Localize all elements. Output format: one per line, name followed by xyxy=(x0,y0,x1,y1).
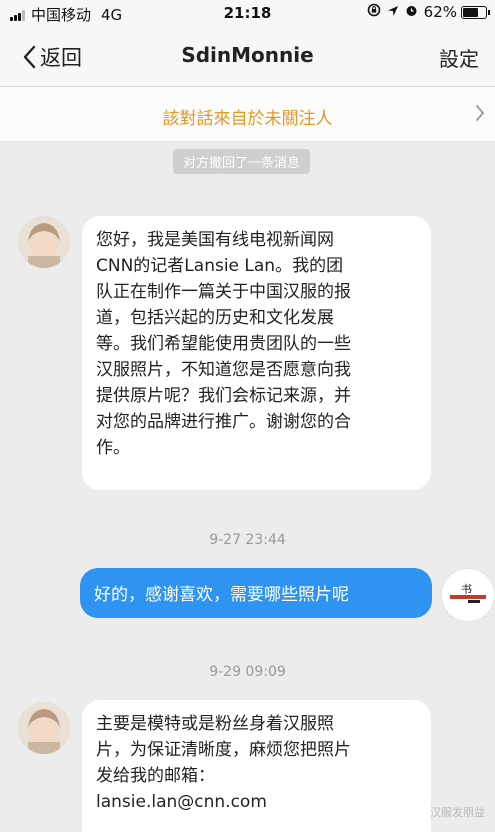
recalled-message-notice: 对方撤回了一条消息 xyxy=(173,149,311,174)
message-bubble-incoming[interactable]: 主要是模特或是粉丝身着汉服照 片，为保证清晰度，麻烦您把照片 发给我的邮箱： l… xyxy=(82,700,431,832)
message-bubble-incoming[interactable]: 您好，我是美国有线电视新闻网 CNN的记者Lansie Lan。我的团 队正在制… xyxy=(82,216,431,490)
battery-percent: 62% xyxy=(423,3,457,21)
own-avatar[interactable]: 书 xyxy=(441,568,495,622)
page-title: SdinMonnie xyxy=(181,43,314,67)
message-timestamp: 9-27 23:44 xyxy=(209,532,286,548)
message-text: 主要是模特或是粉丝身着汉服照 片，为保证清晰度，麻烦您把照片 发给我的邮箱： l… xyxy=(96,714,351,812)
message-bubble-outgoing[interactable]: 好的，感谢喜欢，需要哪些照片呢 xyxy=(80,568,432,618)
battery-icon xyxy=(461,5,490,19)
watermark: 汉服发朋益 xyxy=(430,806,485,819)
contact-avatar[interactable] xyxy=(18,216,70,268)
nav-bar: 返回 SdinMonnie 設定 xyxy=(0,26,495,87)
status-bar: 中国移动 4G 21:18 62% xyxy=(0,0,495,26)
settings-button[interactable]: 設定 xyxy=(439,43,479,72)
stranger-notice-bar[interactable]: 該對話來自於未關注人 xyxy=(0,87,495,142)
contact-avatar[interactable] xyxy=(18,702,70,754)
alarm-icon xyxy=(405,3,418,21)
svg-text:书: 书 xyxy=(461,583,472,596)
stranger-notice-text: 該對話來自於未關注人 xyxy=(162,109,333,129)
message-timestamp: 9-29 09:09 xyxy=(209,664,286,680)
status-right: 62% xyxy=(361,3,490,21)
lock-rotation-icon xyxy=(367,3,381,21)
message-text: 您好，我是美国有线电视新闻网 CNN的记者Lansie Lan。我的团 队正在制… xyxy=(96,230,351,458)
chevron-right-icon xyxy=(476,105,485,121)
message-text: 好的，感谢喜欢，需要哪些照片呢 xyxy=(94,585,349,605)
location-icon xyxy=(387,3,399,21)
